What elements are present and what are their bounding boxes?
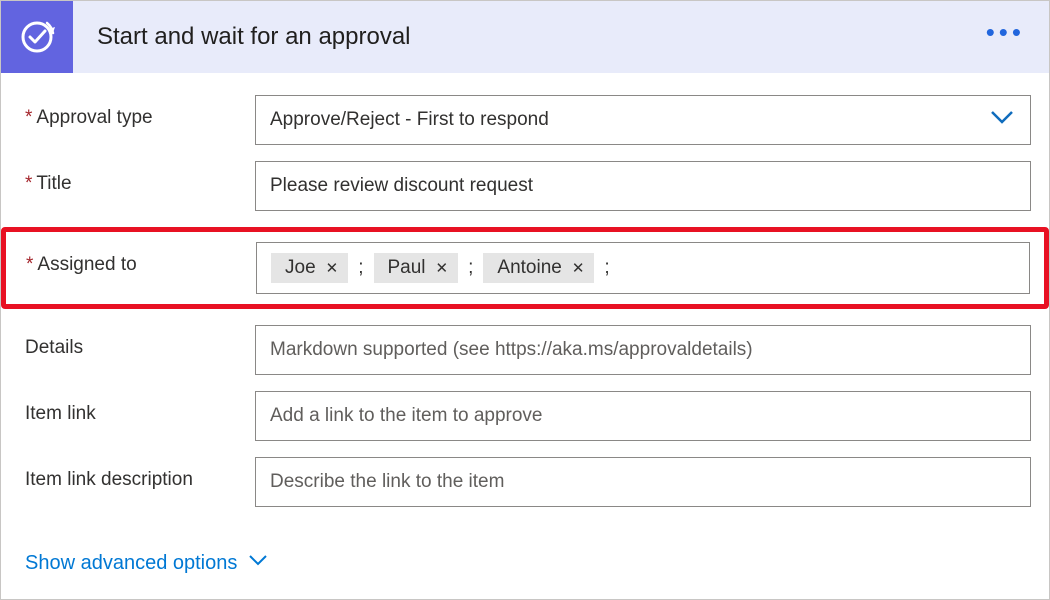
field-assigned-to: *Assigned to Joe ✕ ; Paul ✕ [26, 242, 1030, 294]
tag-paul[interactable]: Paul ✕ [374, 253, 459, 283]
required-mark: * [26, 254, 33, 275]
show-advanced-options[interactable]: Show advanced options [25, 549, 269, 577]
required-mark: * [25, 173, 32, 194]
assigned-to-input[interactable]: Joe ✕ ; Paul ✕ ; Antoine ✕ [256, 242, 1030, 294]
title-value: Please review discount request [270, 175, 533, 197]
item-link-placeholder: Add a link to the item to approve [270, 405, 543, 427]
label-assigned-to: *Assigned to [26, 242, 256, 276]
approval-icon [1, 1, 73, 73]
details-placeholder: Markdown supported (see https://aka.ms/a… [270, 339, 753, 361]
approval-type-select[interactable]: Approve/Reject - First to respond [255, 95, 1031, 145]
approval-type-value: Approve/Reject - First to respond [270, 109, 549, 131]
close-icon[interactable]: ✕ [326, 259, 339, 277]
label-item-link-description: Item link description [25, 457, 255, 491]
tag-antoine[interactable]: Antoine ✕ [483, 253, 594, 283]
field-item-link: Item link Add a link to the item to appr… [25, 391, 1031, 441]
field-approval-type: *Approval type Approve/Reject - First to… [25, 95, 1031, 145]
details-input[interactable]: Markdown supported (see https://aka.ms/a… [255, 325, 1031, 375]
close-icon[interactable]: ✕ [572, 259, 585, 277]
chevron-down-icon [247, 549, 269, 577]
tag-joe[interactable]: Joe ✕ [271, 253, 348, 283]
item-link-input[interactable]: Add a link to the item to approve [255, 391, 1031, 441]
label-details: Details [25, 325, 255, 359]
card-body: *Approval type Approve/Reject - First to… [1, 73, 1049, 599]
chevron-down-icon [988, 103, 1016, 137]
tag-separator: ; [468, 257, 473, 279]
title-input[interactable]: Please review discount request [255, 161, 1031, 211]
advanced-label: Show advanced options [25, 552, 237, 575]
assigned-to-tags: Joe ✕ ; Paul ✕ ; Antoine ✕ [271, 253, 610, 283]
tag-separator: ; [604, 257, 609, 279]
close-icon[interactable]: ✕ [436, 259, 449, 277]
more-icon[interactable]: ••• [986, 17, 1025, 58]
card-header[interactable]: Start and wait for an approval ••• [1, 1, 1049, 73]
item-link-description-placeholder: Describe the link to the item [270, 471, 504, 493]
label-item-link: Item link [25, 391, 255, 425]
field-title: *Title Please review discount request [25, 161, 1031, 211]
card-title: Start and wait for an approval [97, 23, 986, 51]
assigned-to-highlight: *Assigned to Joe ✕ ; Paul ✕ [1, 227, 1049, 309]
required-mark: * [25, 107, 32, 128]
field-details: Details Markdown supported (see https://… [25, 325, 1031, 375]
label-title: *Title [25, 161, 255, 195]
tag-separator: ; [358, 257, 363, 279]
field-item-link-description: Item link description Describe the link … [25, 457, 1031, 507]
item-link-description-input[interactable]: Describe the link to the item [255, 457, 1031, 507]
approval-action-card: Start and wait for an approval ••• *Appr… [0, 0, 1050, 600]
label-approval-type: *Approval type [25, 95, 255, 129]
